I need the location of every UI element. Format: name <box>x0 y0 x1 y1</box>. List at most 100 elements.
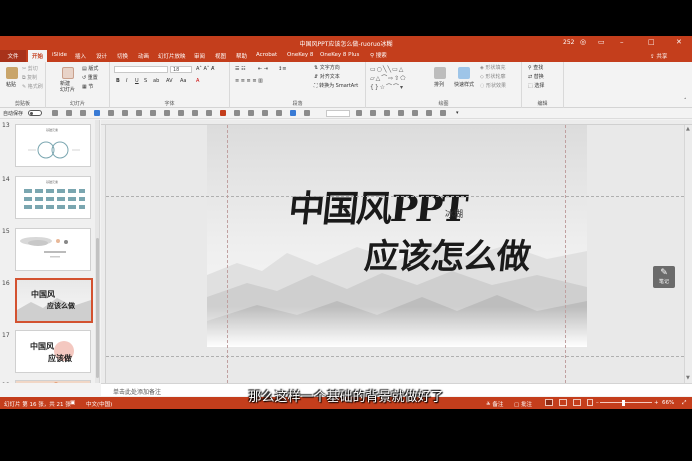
shape-fill-button[interactable]: ◈ 形状填充 <box>480 64 505 71</box>
quick-styles-icon[interactable] <box>458 67 470 79</box>
shape-outline-button[interactable]: ◇ 形状轮廓 <box>480 73 505 80</box>
underline-button[interactable]: U <box>135 78 139 84</box>
copy-button[interactable]: ⧉ 复制 <box>22 74 37 81</box>
qat-tool-icon[interactable] <box>304 110 310 116</box>
tab-onekey8plus[interactable]: OneKey 8 Plus <box>320 52 359 58</box>
bold-button[interactable]: B <box>116 78 120 84</box>
slide-title-line1[interactable]: 中国风PPT <box>286 180 468 232</box>
quick-styles-button[interactable]: 快速样式 <box>454 81 474 88</box>
editor-scrollbar[interactable]: ▲ ▼ <box>684 125 692 383</box>
new-slide-icon[interactable] <box>62 67 74 79</box>
paste-button[interactable]: 粘贴 <box>6 81 16 88</box>
account-icon[interactable]: ◎ <box>580 38 586 46</box>
qat-tool-icon[interactable] <box>150 110 156 116</box>
tab-onekey8[interactable]: OneKey 8 <box>287 52 313 58</box>
slide-thumbnail-18[interactable] <box>15 380 91 383</box>
cut-button[interactable]: ✂ 剪切 <box>22 65 38 72</box>
search-box[interactable]: ⚲ 搜索 <box>370 51 387 61</box>
qat-tool-icon[interactable] <box>426 110 432 116</box>
qat-tool-icon[interactable] <box>178 110 184 116</box>
slide-thumbnail-15[interactable] <box>15 228 91 271</box>
tab-design[interactable]: 设计 <box>96 52 107 60</box>
smartart-button[interactable]: ⛶ 转换为 SmartArt <box>314 82 358 89</box>
replace-button[interactable]: ⇄ 替换 <box>528 73 544 80</box>
scroll-down-icon[interactable]: ▼ <box>686 375 690 381</box>
qat-tool-icon[interactable] <box>206 110 212 116</box>
slide-thumbnail-17[interactable]: 中国风 应该做 <box>15 330 91 373</box>
guide-line[interactable] <box>227 125 228 383</box>
strikethrough-button[interactable]: ab <box>153 78 159 84</box>
qat-tool-icon[interactable] <box>94 110 100 116</box>
italic-button[interactable]: I <box>126 78 127 84</box>
qat-tool-icon[interactable] <box>412 110 418 116</box>
close-icon[interactable]: ✕ <box>676 38 682 46</box>
slide-thumbnail-14[interactable]: 基础元素 <box>15 176 91 219</box>
tab-islide[interactable]: iSlide <box>52 52 67 58</box>
qat-tool-icon[interactable] <box>398 110 404 116</box>
align-text-button[interactable]: ⇵ 对齐文本 <box>314 73 340 80</box>
qat-customize-icon[interactable]: ▾ <box>456 110 459 116</box>
tab-acrobat[interactable]: Acrobat <box>256 52 277 58</box>
font-grow-button[interactable]: A˄ A˅ A̸ <box>196 66 214 72</box>
new-slide-button[interactable]: 新建 幻灯片 <box>60 81 75 93</box>
qat-tool-icon[interactable] <box>164 110 170 116</box>
qat-tool-icon[interactable] <box>192 110 198 116</box>
slide-author[interactable]: 冰糊 <box>445 207 463 220</box>
font-color-button[interactable]: A <box>196 78 199 84</box>
qat-tool-icon[interactable] <box>234 110 240 116</box>
tab-transitions[interactable]: 切换 <box>117 52 128 60</box>
redo-icon[interactable] <box>80 110 86 116</box>
qat-tool-icon[interactable] <box>108 110 114 116</box>
note-button[interactable]: ✎ 笔记 <box>653 266 675 288</box>
indent-buttons[interactable]: ⇤ ⇥ <box>258 66 268 72</box>
format-painter-button[interactable]: ✎ 格式刷 <box>22 83 43 90</box>
qat-tool-icon[interactable] <box>220 110 226 116</box>
minimize-icon[interactable]: – <box>620 38 624 46</box>
qat-tool-icon[interactable] <box>276 110 282 116</box>
qat-tool-icon[interactable] <box>262 110 268 116</box>
tab-view[interactable]: 视图 <box>215 52 226 60</box>
arrange-button[interactable]: 排列 <box>434 81 444 88</box>
maximize-icon[interactable]: □ <box>648 38 655 46</box>
qat-combo[interactable] <box>326 110 350 117</box>
tab-help[interactable]: 帮助 <box>236 52 247 60</box>
guide-line[interactable] <box>106 356 684 357</box>
slide-thumbnail-13[interactable]: 基础元素 <box>15 124 91 167</box>
thumbnail-scrollbar-thumb[interactable] <box>96 238 99 378</box>
arrange-icon[interactable] <box>434 67 446 79</box>
font-size-combo[interactable]: 18 <box>170 66 192 73</box>
qat-tool-icon[interactable] <box>370 110 376 116</box>
thumbnail-scrollbar[interactable] <box>95 120 99 383</box>
tab-insert[interactable]: 插入 <box>75 52 86 60</box>
tab-review[interactable]: 审阅 <box>194 52 205 60</box>
paste-icon[interactable] <box>6 67 18 79</box>
select-button[interactable]: ⬚ 选择 <box>528 82 544 89</box>
ribbon-display-icon[interactable]: ▭ <box>598 38 605 46</box>
shapes-gallery[interactable]: ▭○╲╲▭△ ▱△⌒⇨⇧⬠ {}☆⌒⌒▾ <box>370 65 430 93</box>
text-direction-button[interactable]: ⇅ 文字方向 <box>314 64 340 71</box>
shadow-button[interactable]: S <box>144 78 147 84</box>
autosave-toggle[interactable] <box>28 110 42 116</box>
font-name-combo[interactable] <box>114 66 168 73</box>
qat-tool-icon[interactable] <box>136 110 142 116</box>
layout-button[interactable]: ▤ 版式 <box>82 65 98 72</box>
qat-tool-icon[interactable] <box>440 110 446 116</box>
shape-effects-button[interactable]: ◌ 形状效果 <box>480 82 506 89</box>
find-button[interactable]: ⚲ 查找 <box>528 64 543 71</box>
collapse-ribbon-icon[interactable]: ˄ <box>684 98 687 104</box>
current-slide[interactable]: 中国风PPT 应该怎么做 冰糊 <box>207 125 587 347</box>
guide-line[interactable] <box>106 196 684 197</box>
align-buttons[interactable]: ≡ ≡ ≡ ≡ ▥ <box>235 78 263 84</box>
user-name[interactable]: 252 <box>563 39 574 46</box>
undo-icon[interactable] <box>66 110 72 116</box>
section-button[interactable]: ▦ 节 <box>82 83 93 90</box>
scroll-up-icon[interactable]: ▲ <box>686 126 690 132</box>
qat-tool-icon[interactable] <box>384 110 390 116</box>
char-spacing-button[interactable]: AV <box>166 78 173 84</box>
guide-line[interactable] <box>565 125 566 383</box>
tab-animations[interactable]: 动画 <box>138 52 149 60</box>
qat-tool-icon[interactable] <box>356 110 362 116</box>
tab-file[interactable]: 文件 <box>0 50 26 62</box>
save-icon[interactable] <box>52 110 58 116</box>
share-button[interactable]: ⇪ 共享 <box>650 52 667 60</box>
